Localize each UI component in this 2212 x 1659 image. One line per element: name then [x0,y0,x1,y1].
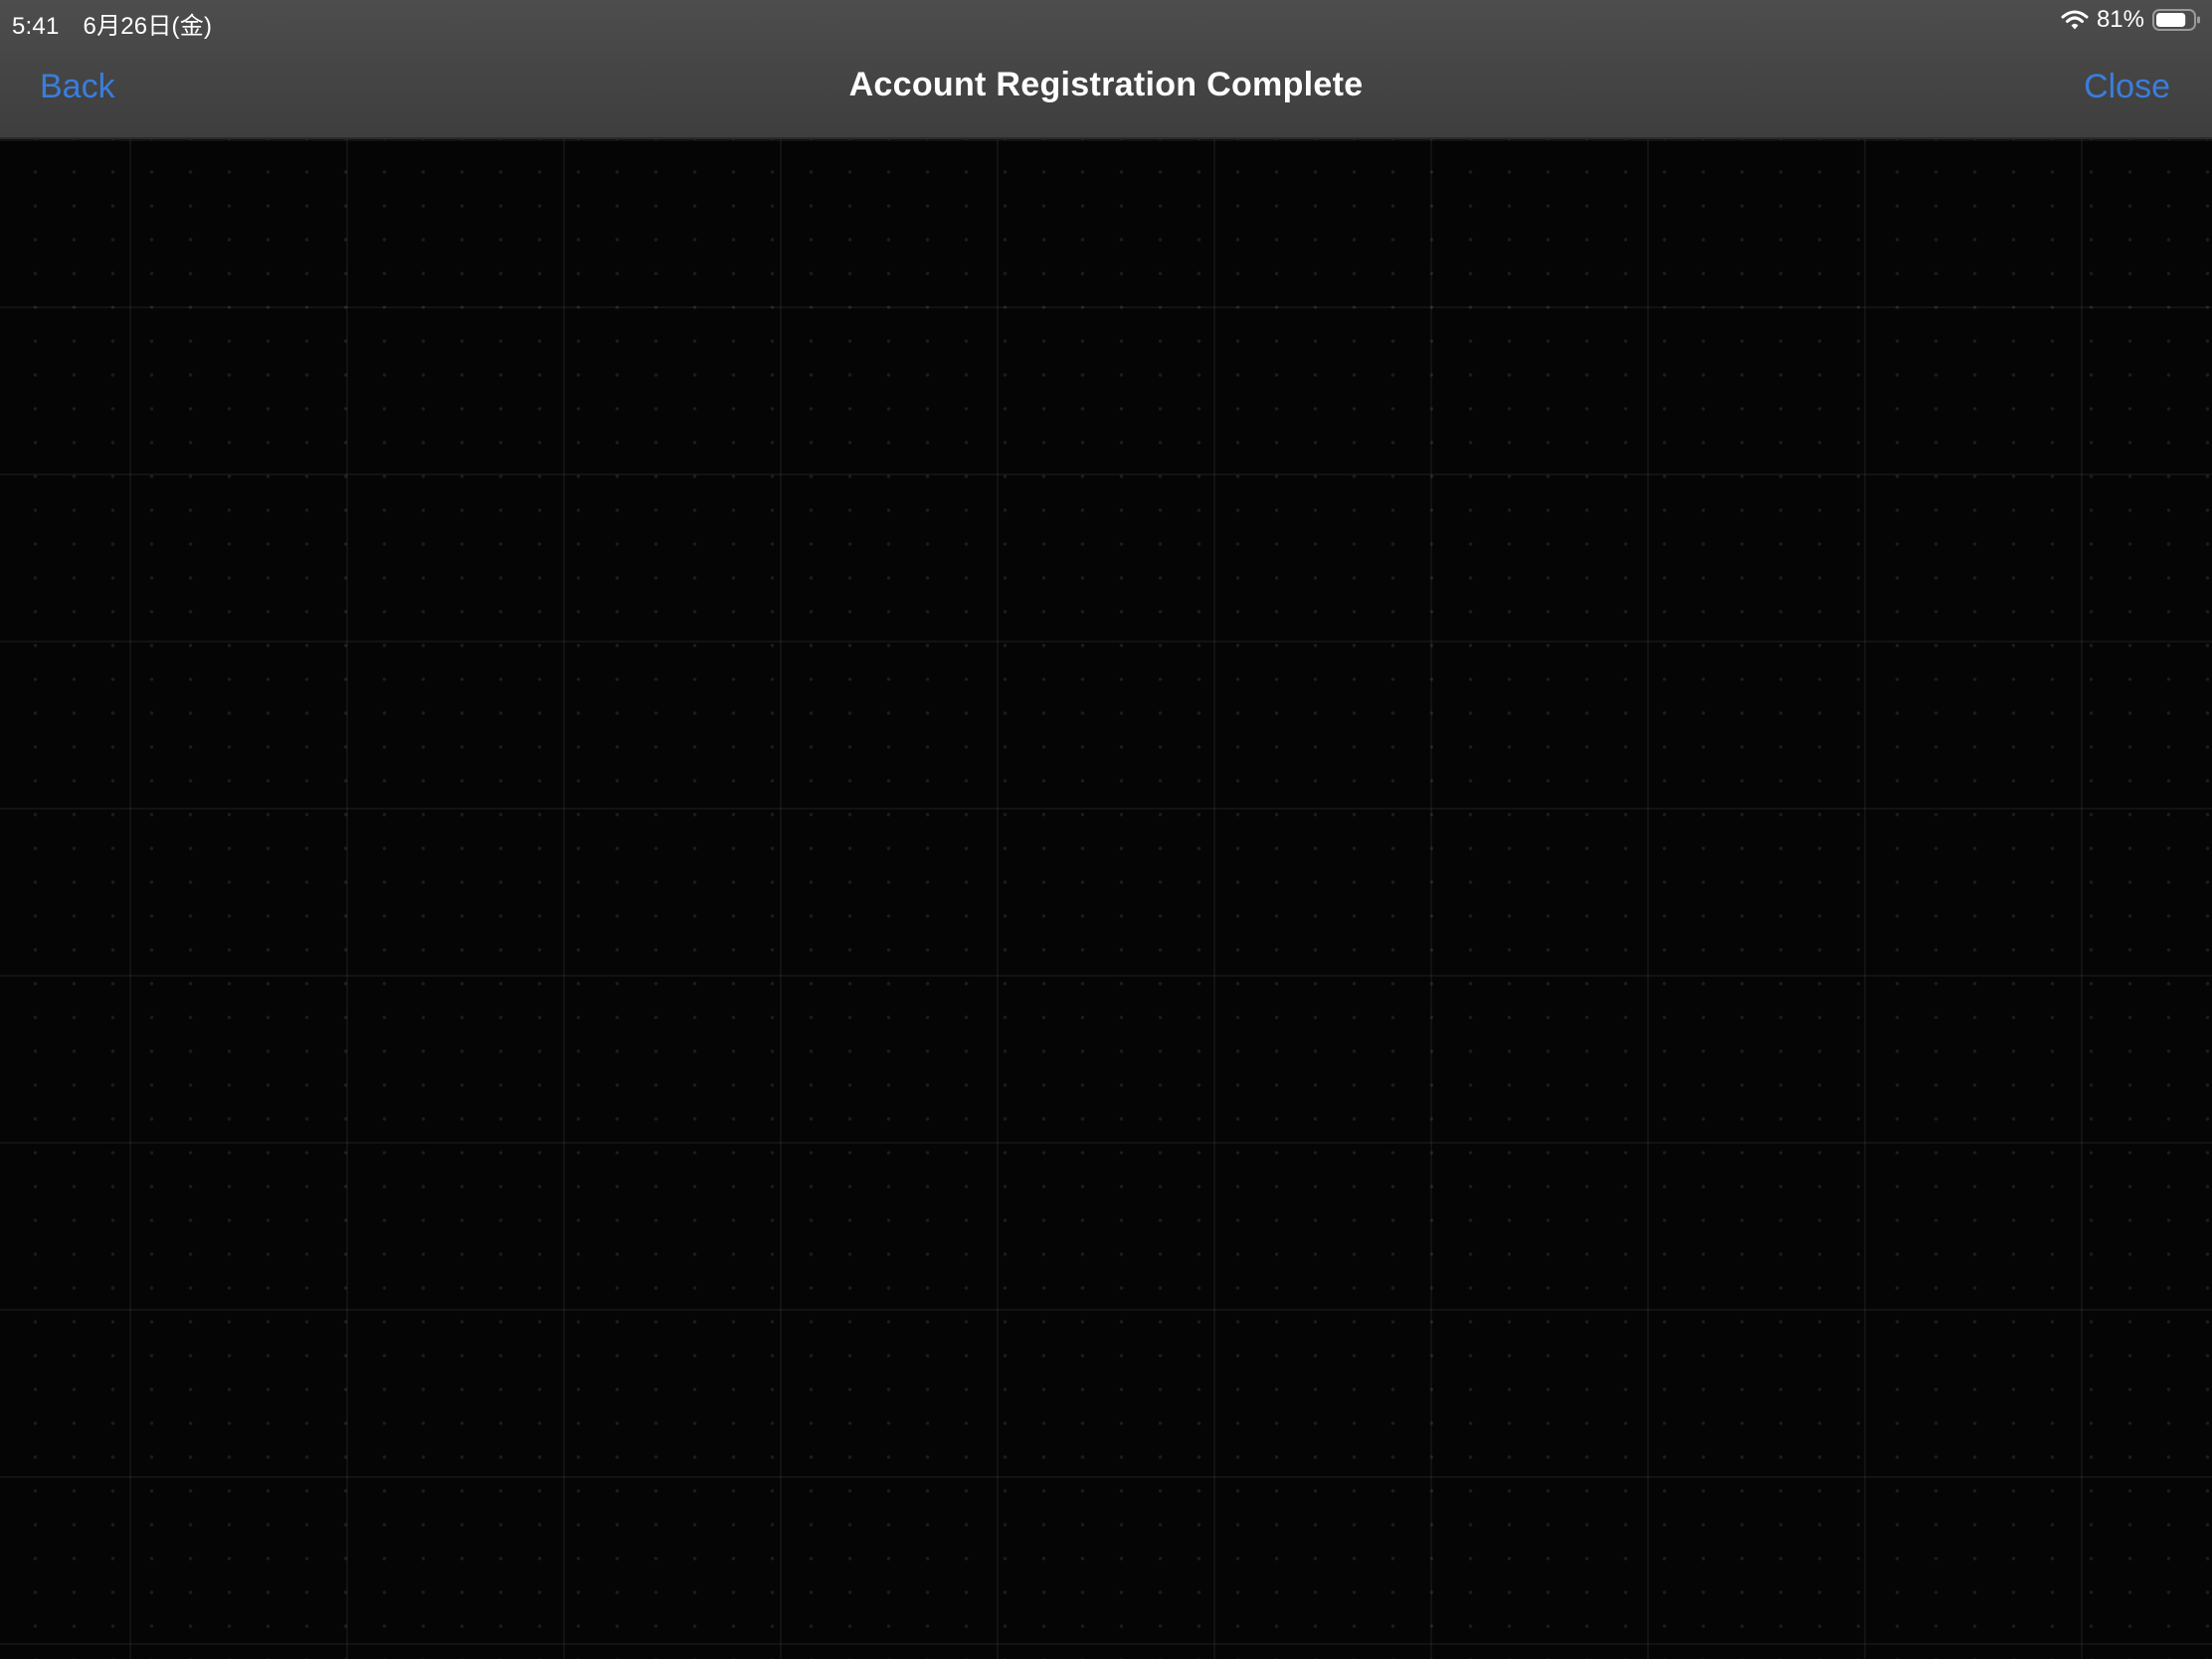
status-left: 5:41 6月26日(金) [12,6,212,41]
page-title: Account Registration Complete [848,66,1364,103]
wifi-icon [2061,9,2089,31]
status-time: 5:41 [12,13,60,40]
status-right: 81% [2061,6,2202,34]
close-button[interactable]: Close [2084,68,2170,106]
status-date: 6月26日(金) [83,13,213,40]
top-chrome: 5:41 6月26日(金) 81% Back Account Registrat… [0,0,2212,139]
battery-percent: 81% [2096,6,2144,33]
battery-icon [2152,8,2202,32]
navigation-bar: Back Account Registration Complete Close [0,40,2212,139]
battery-fill [2156,13,2186,27]
status-bar: 5:41 6月26日(金) 81% [0,0,2212,40]
app-screen: 5:41 6月26日(金) 81% Back Account Registrat… [0,0,2212,1659]
blank-grid-content [0,139,2212,1659]
